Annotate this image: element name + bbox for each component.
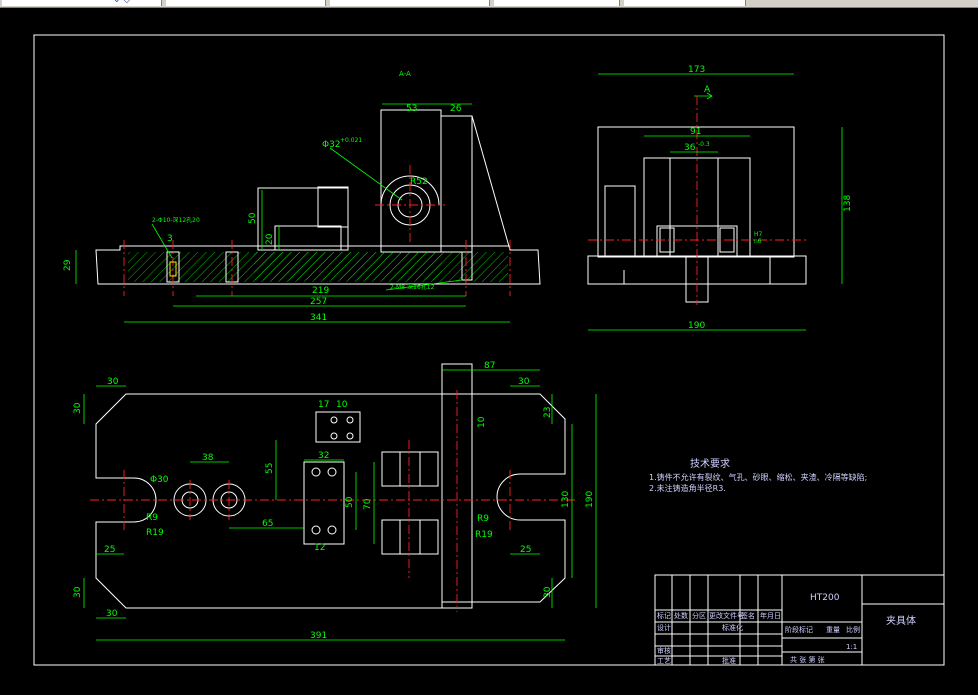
scale-value: 1:1 bbox=[846, 643, 857, 651]
dim-391: 391 bbox=[310, 631, 327, 641]
dim-38: 38 bbox=[202, 453, 214, 463]
dim-29: 29 bbox=[63, 259, 73, 271]
tech-req-title: 技术要求 bbox=[690, 457, 730, 470]
technical-requirements: 技术要求 1.铸件不允许有裂纹、气孔、砂眼、缩松、夹渣、冷隔等缺陷; 2.未注铸… bbox=[649, 457, 867, 493]
row-label-0: 标记 bbox=[657, 611, 671, 620]
material-label: HT200 bbox=[810, 593, 840, 603]
dim-top-30b: 30 bbox=[73, 402, 83, 414]
dim-R19-right: R19 bbox=[475, 530, 493, 540]
cad-drawing-canvas[interactable]: A-A 53 26 50 20 29 3 219 257 341 R52 Φ32… bbox=[0, 0, 978, 695]
left-label-2: 工艺 bbox=[657, 657, 671, 665]
dim-23: 23 bbox=[543, 407, 553, 418]
dim-257: 257 bbox=[310, 297, 327, 307]
dim-R9-right: R9 bbox=[477, 514, 489, 524]
dim-55: 55 bbox=[265, 463, 275, 474]
dim-173: 173 bbox=[688, 65, 705, 75]
row-label-2: 分区 bbox=[692, 611, 706, 620]
dim-17: 17 bbox=[318, 400, 329, 410]
row-label-4: 签名 bbox=[741, 611, 755, 620]
row-label-1: 处数 bbox=[674, 611, 688, 620]
dim-12: 12 bbox=[314, 543, 325, 553]
dim-R19-left: R19 bbox=[146, 528, 164, 538]
drawing-frame bbox=[33, 34, 945, 666]
title-block: HT200 夹具体 1:1 标记 处数 分区 更改文件号 签名 年月日 设计 审… bbox=[654, 574, 945, 666]
dim-36: 36 bbox=[684, 143, 696, 153]
mid-label-1: 批准 bbox=[722, 656, 736, 665]
dim-30-right-top: 30 bbox=[518, 377, 530, 387]
dim-65: 65 bbox=[262, 519, 273, 529]
mid-label-0: 标准化 bbox=[722, 623, 743, 632]
left-label-1: 审核 bbox=[657, 646, 671, 655]
dim-341: 341 bbox=[310, 313, 327, 323]
dim-holes-note: 2-Φ10-深12孔20 bbox=[152, 216, 200, 224]
part-name: 夹具体 bbox=[886, 614, 916, 627]
dim-26: 26 bbox=[450, 104, 462, 114]
dim-25-left: 25 bbox=[104, 545, 115, 555]
dim-25-right: 25 bbox=[520, 545, 531, 555]
dim-R9-left: R9 bbox=[146, 513, 158, 523]
fit-H7: H7 bbox=[754, 231, 763, 238]
dim-tolerance: +0.021 bbox=[340, 137, 362, 144]
stage-label-1: 重量 bbox=[826, 626, 840, 634]
dim-53: 53 bbox=[406, 104, 417, 114]
dim-190: 190 bbox=[688, 321, 705, 331]
dim-130: 130 bbox=[561, 491, 571, 508]
top-view: 30 30 38 Φ30 R9 R19 25 65 55 32 17 10 50… bbox=[73, 361, 597, 641]
dim-190-top: 190 bbox=[585, 491, 595, 508]
fit-n6: n6 bbox=[754, 238, 762, 245]
front-section-view: A-A 53 26 50 20 29 3 219 257 341 R52 Φ32… bbox=[63, 70, 541, 323]
dim-phi30: Φ30 bbox=[150, 475, 169, 485]
dim-32: 32 bbox=[318, 451, 329, 461]
left-label-0: 设计 bbox=[657, 623, 671, 632]
dim-36-tol: -0.3 bbox=[698, 141, 710, 148]
dim-30-right-bottom: 30 bbox=[543, 586, 553, 598]
dim-3: 3 bbox=[167, 234, 173, 244]
dim-top-30a: 30 bbox=[107, 377, 119, 387]
dim-50-top: 50 bbox=[345, 496, 355, 508]
dim-30-left-bottom: 30 bbox=[73, 586, 83, 598]
row-label-3: 更改文件号 bbox=[709, 611, 744, 620]
tech-req-item-1: 1.铸件不允许有裂纹、气孔、砂眼、缩松、夹渣、冷隔等缺陷; bbox=[649, 472, 867, 482]
dim-70: 70 bbox=[363, 498, 373, 510]
dim-10: 10 bbox=[336, 400, 348, 410]
dim-20: 20 bbox=[265, 233, 275, 245]
dim-87: 87 bbox=[484, 361, 495, 371]
stage-label-0: 阶段标记 bbox=[785, 625, 813, 634]
dim-138: 138 bbox=[843, 195, 853, 212]
sheet-count: 共 张 第 张 bbox=[790, 655, 825, 664]
stage-label-2: 比例 bbox=[846, 625, 860, 634]
dim-R52: R52 bbox=[410, 177, 428, 187]
side-view: A 173 138 91 36 -0.3 H7 n6 190 bbox=[587, 65, 853, 331]
dim-30-bottom: 30 bbox=[106, 609, 118, 619]
section-label: A-A bbox=[399, 70, 411, 78]
dim-219: 219 bbox=[312, 286, 329, 296]
dim-50: 50 bbox=[248, 212, 258, 224]
dim-91: 91 bbox=[690, 127, 701, 137]
row-label-5: 年月日 bbox=[760, 611, 781, 620]
tech-req-item-2: 2.未注铸造角半径R3. bbox=[649, 483, 726, 493]
dim-10-right: 10 bbox=[477, 416, 487, 428]
